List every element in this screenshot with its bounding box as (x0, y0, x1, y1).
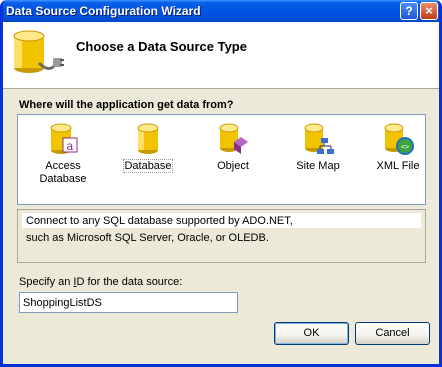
title-bar[interactable]: Data Source Configuration Wizard ? × (3, 0, 439, 22)
data-source-id-input[interactable] (19, 292, 238, 313)
type-database[interactable]: Database (113, 115, 183, 203)
access-database-icon: a (50, 123, 78, 154)
help-button[interactable]: ? (400, 2, 418, 20)
type-object[interactable]: Object (198, 115, 268, 203)
type-label: XML File (376, 160, 420, 172)
svg-text:a: a (66, 139, 73, 153)
svg-text:<>: <> (401, 143, 409, 151)
description-line-1: Connect to any SQL database supported by… (26, 215, 293, 227)
type-label: Access Database (39, 160, 87, 185)
type-site-map[interactable]: Site Map (283, 115, 353, 203)
object-icon (219, 123, 248, 154)
data-source-question: Where will the application get data from… (19, 99, 234, 111)
database-plug-icon (13, 30, 64, 73)
window-title: Data Source Configuration Wizard (6, 4, 201, 18)
wizard-header: Choose a Data Source Type (3, 22, 439, 89)
type-access-database[interactable]: a Access Database (28, 115, 98, 203)
type-label: Database (123, 159, 173, 173)
wizard-window: Data Source Configuration Wizard ? × Cho… (0, 0, 442, 367)
close-button[interactable]: × (420, 2, 438, 20)
xml-file-icon: <> (384, 123, 414, 155)
type-xml-file[interactable]: <> XML File (363, 115, 433, 203)
id-field-label: Specify an ID for the data source: (19, 276, 183, 288)
type-label: Object (217, 160, 249, 172)
cancel-button[interactable]: Cancel (355, 322, 430, 345)
database-icon (137, 123, 159, 154)
page-title: Choose a Data Source Type (76, 39, 247, 54)
type-label: Site Map (296, 160, 340, 172)
ok-button[interactable]: OK (274, 322, 349, 345)
description-line-2: such as Microsoft SQL Server, Oracle, or… (26, 232, 269, 244)
data-source-type-list[interactable]: a Access Database Database Object Site M… (17, 114, 426, 205)
site-map-icon (304, 123, 334, 154)
description-box: Connect to any SQL database supported by… (17, 209, 426, 263)
